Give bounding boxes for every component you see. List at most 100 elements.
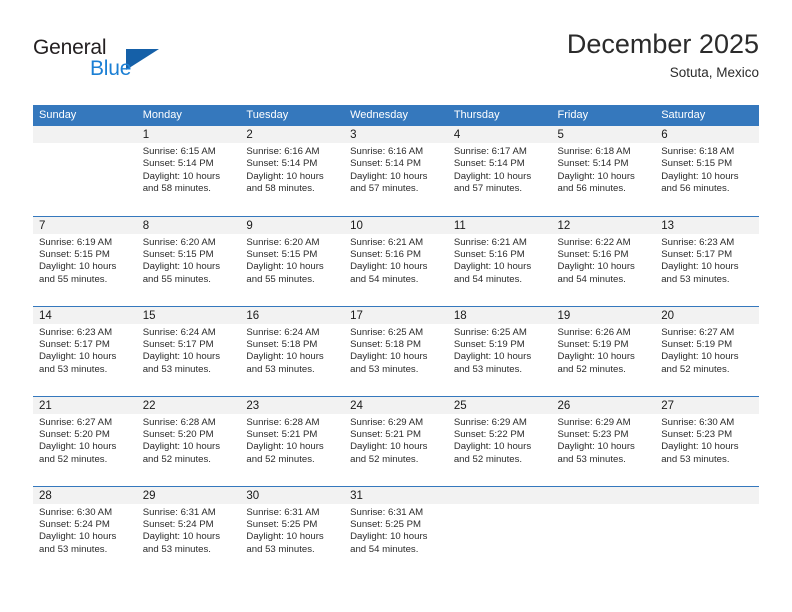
daylight-text-line2: and 53 minutes.	[39, 363, 108, 375]
calendar-day-cell[interactable]: 2 Sunrise: 6:16 AM Sunset: 5:14 PM Daylight…	[240, 126, 345, 216]
daylight-text-line2: and 54 minutes.	[350, 273, 419, 285]
calendar-day-cell[interactable]: 19 Sunrise: 6:26 AM Sunset: 5:19 PM Dayligh…	[551, 305, 656, 396]
daylight-text-line2: and 52 minutes.	[246, 453, 315, 465]
calendar-day-cell[interactable]: 24 Sunrise: 6:29 AM Sunset: 5:21 PM Dayligh…	[344, 395, 448, 486]
day-cell-inner: 9 Sunrise: 6:20 AM Sunset: 5:15 PM Daylight…	[240, 216, 345, 306]
sunset-text: Sunset: 5:25 PM	[246, 518, 318, 530]
calendar-day-cell[interactable]: 12 Sunrise: 6:22 AM Sunset: 5:16 PM Dayligh…	[551, 215, 656, 306]
calendar-day-cell[interactable]: 21 Sunrise: 6:27 AM Sunset: 5:20 PM Dayligh…	[33, 395, 137, 486]
weekday-header-wednesday: Wednesday	[344, 105, 448, 126]
daylight-text-line2: and 55 minutes.	[246, 273, 315, 285]
calendar-week-row: 14 Sunrise: 6:23 AM Sunset: 5:17 PM Dayligh…	[33, 305, 759, 396]
calendar-day-cell[interactable]: 6 Sunrise: 6:18 AM Sunset: 5:15 PM Daylight…	[655, 126, 759, 216]
day-number: 6	[655, 126, 759, 143]
day-details: Sunrise: 6:21 AM Sunset: 5:16 PM Daylight:…	[344, 234, 448, 287]
daylight-text-line1: Daylight: 10 hours	[661, 351, 739, 363]
sunset-text: Sunset: 5:21 PM	[246, 428, 318, 440]
calendar-day-cell[interactable]: 16 Sunrise: 6:24 AM Sunset: 5:18 PM Dayligh…	[240, 305, 345, 396]
day-number: 19	[551, 306, 656, 324]
day-number: 11	[447, 216, 552, 234]
day-details: Sunrise: 6:27 AM Sunset: 5:19 PM Daylight:…	[655, 324, 759, 377]
sunset-text: Sunset: 5:17 PM	[661, 248, 733, 260]
sunrise-text: Sunrise: 6:21 AM	[453, 236, 527, 248]
sunset-text: Sunset: 5:20 PM	[39, 428, 110, 440]
day-number: 31	[344, 486, 448, 504]
sunset-text: Sunset: 5:16 PM	[350, 248, 422, 260]
sunrise-text: Sunrise: 6:20 AM	[246, 236, 320, 248]
daylight-text-line2: and 52 minutes.	[39, 453, 108, 465]
calendar-day-cell[interactable]: 29 Sunrise: 6:31 AM Sunset: 5:24 PM Dayligh…	[136, 485, 241, 576]
day-number: 18	[447, 306, 552, 324]
daylight-text-line1: Daylight: 10 hours	[350, 261, 428, 273]
calendar-day-cell[interactable]: 7 Sunrise: 6:19 AM Sunset: 5:15 PM Daylight…	[33, 215, 137, 306]
calendar-day-cell[interactable]: 4 Sunrise: 6:17 AM Sunset: 5:14 PM Daylight…	[447, 126, 552, 216]
calendar-day-cell[interactable]: 28 Sunrise: 6:30 AM Sunset: 5:24 PM Dayligh…	[33, 485, 137, 577]
day-cell-inner: 14 Sunrise: 6:23 AM Sunset: 5:17 PM Dayligh…	[33, 306, 137, 396]
calendar-day-cell[interactable]: 13 Sunrise: 6:23 AM Sunset: 5:17 PM Dayligh…	[655, 215, 759, 306]
calendar-day-cell[interactable]: 10 Sunrise: 6:21 AM Sunset: 5:16 PM Dayligh…	[344, 215, 448, 306]
calendar-day-cell[interactable]: 17 Sunrise: 6:25 AM Sunset: 5:18 PM Dayligh…	[344, 305, 448, 396]
daylight-text-line1: Daylight: 10 hours	[246, 351, 324, 363]
daylight-text-line2: and 57 minutes.	[453, 183, 523, 195]
calendar-day-cell[interactable]: 1 Sunrise: 6:15 AM Sunset: 5:14 PM Daylight…	[136, 126, 241, 216]
day-cell-inner: 28 Sunrise: 6:30 AM Sunset: 5:24 PM Dayligh…	[33, 486, 137, 577]
daylight-text-line1: Daylight: 10 hours	[661, 170, 739, 182]
sunset-text: Sunset: 5:25 PM	[350, 518, 422, 530]
day-details: Sunrise: 6:24 AM Sunset: 5:17 PM Daylight:…	[137, 324, 241, 377]
day-number	[655, 486, 759, 504]
day-cell-inner: 18 Sunrise: 6:25 AM Sunset: 5:19 PM Dayligh…	[447, 306, 552, 396]
calendar-day-cell[interactable]: 27 Sunrise: 6:30 AM Sunset: 5:23 PM Dayligh…	[655, 395, 759, 486]
day-number: 9	[240, 216, 345, 234]
day-number: 22	[136, 396, 241, 414]
daylight-text-line2: and 58 minutes.	[246, 183, 315, 195]
calendar-day-cell[interactable]: 8 Sunrise: 6:20 AM Sunset: 5:15 PM Daylight…	[136, 215, 241, 306]
daylight-text-line1: Daylight: 10 hours	[246, 170, 324, 182]
day-number: 25	[447, 396, 552, 414]
day-cell-inner: 11 Sunrise: 6:21 AM Sunset: 5:16 PM Dayligh…	[447, 216, 552, 306]
sunset-text: Sunset: 5:14 PM	[453, 158, 525, 170]
sunset-text: Sunset: 5:23 PM	[661, 428, 733, 440]
daylight-text-line2: and 53 minutes.	[661, 453, 730, 465]
sunset-text: Sunset: 5:24 PM	[142, 518, 214, 530]
calendar-day-cell[interactable]: 22 Sunrise: 6:28 AM Sunset: 5:20 PM Dayligh…	[136, 395, 241, 486]
calendar-day-cell[interactable]: 26 Sunrise: 6:29 AM Sunset: 5:23 PM Dayligh…	[551, 395, 656, 486]
daylight-text-line1: Daylight: 10 hours	[39, 261, 117, 273]
day-details: Sunrise: 6:27 AM Sunset: 5:20 PM Daylight:…	[33, 414, 137, 467]
calendar-day-cell[interactable]: 11 Sunrise: 6:21 AM Sunset: 5:16 PM Dayligh…	[447, 215, 552, 306]
calendar-day-cell[interactable]: 15 Sunrise: 6:24 AM Sunset: 5:17 PM Dayligh…	[136, 305, 241, 396]
daylight-text-line1: Daylight: 10 hours	[142, 261, 221, 273]
day-cell-inner: 25 Sunrise: 6:29 AM Sunset: 5:22 PM Dayligh…	[447, 396, 552, 486]
sunrise-text: Sunrise: 6:19 AM	[39, 236, 113, 248]
daylight-text-line2: and 55 minutes.	[142, 273, 211, 285]
calendar-day-cell[interactable]: 14 Sunrise: 6:23 AM Sunset: 5:17 PM Dayligh…	[33, 305, 137, 396]
daylight-text-line1: Daylight: 10 hours	[350, 531, 428, 543]
calendar-empty-cell	[447, 485, 552, 576]
calendar-day-cell[interactable]: 5 Sunrise: 6:18 AM Sunset: 5:14 PM Daylight…	[551, 126, 656, 216]
day-details: Sunrise: 6:29 AM Sunset: 5:22 PM Daylight:…	[448, 414, 552, 467]
day-number: 7	[33, 216, 137, 234]
calendar-header-row: Sunday Monday Tuesday Wednesday Thursday…	[33, 105, 759, 126]
day-details: Sunrise: 6:23 AM Sunset: 5:17 PM Daylight:…	[33, 324, 137, 377]
daylight-text-line2: and 55 minutes.	[39, 273, 108, 285]
daylight-text-line1: Daylight: 10 hours	[142, 170, 221, 182]
calendar-day-cell[interactable]: 25 Sunrise: 6:29 AM Sunset: 5:22 PM Dayligh…	[447, 395, 552, 486]
sunset-text: Sunset: 5:19 PM	[557, 338, 629, 350]
day-number: 8	[136, 216, 241, 234]
day-details: Sunrise: 6:29 AM Sunset: 5:21 PM Daylight:…	[344, 414, 448, 467]
day-cell-inner: 27 Sunrise: 6:30 AM Sunset: 5:23 PM Dayligh…	[655, 396, 759, 486]
daylight-text-line1: Daylight: 10 hours	[557, 261, 635, 273]
calendar-day-cell[interactable]: 30 Sunrise: 6:31 AM Sunset: 5:25 PM Dayligh…	[240, 485, 345, 576]
calendar-day-cell[interactable]: 9 Sunrise: 6:20 AM Sunset: 5:15 PM Daylight…	[240, 215, 345, 306]
calendar-day-cell[interactable]: 20 Sunrise: 6:27 AM Sunset: 5:19 PM Dayligh…	[655, 305, 759, 396]
calendar-day-cell[interactable]: 3 Sunrise: 6:16 AM Sunset: 5:14 PM Daylight…	[344, 126, 448, 216]
day-details: Sunrise: 6:29 AM Sunset: 5:23 PM Daylight:…	[552, 414, 656, 467]
day-number: 16	[240, 306, 345, 324]
weekday-header-monday: Monday	[136, 105, 241, 126]
calendar-day-cell[interactable]: 23 Sunrise: 6:28 AM Sunset: 5:21 PM Dayligh…	[240, 395, 345, 486]
brand-logo[interactable]: General Blue	[33, 36, 233, 92]
calendar-day-cell[interactable]: 31 Sunrise: 6:31 AM Sunset: 5:25 PM Dayligh…	[344, 485, 448, 576]
daylight-text-line1: Daylight: 10 hours	[350, 351, 428, 363]
day-details: Sunrise: 6:19 AM Sunset: 5:15 PM Daylight:…	[33, 234, 137, 287]
calendar-day-cell[interactable]: 18 Sunrise: 6:25 AM Sunset: 5:19 PM Dayligh…	[447, 305, 552, 396]
sunrise-text: Sunrise: 6:27 AM	[39, 416, 113, 428]
